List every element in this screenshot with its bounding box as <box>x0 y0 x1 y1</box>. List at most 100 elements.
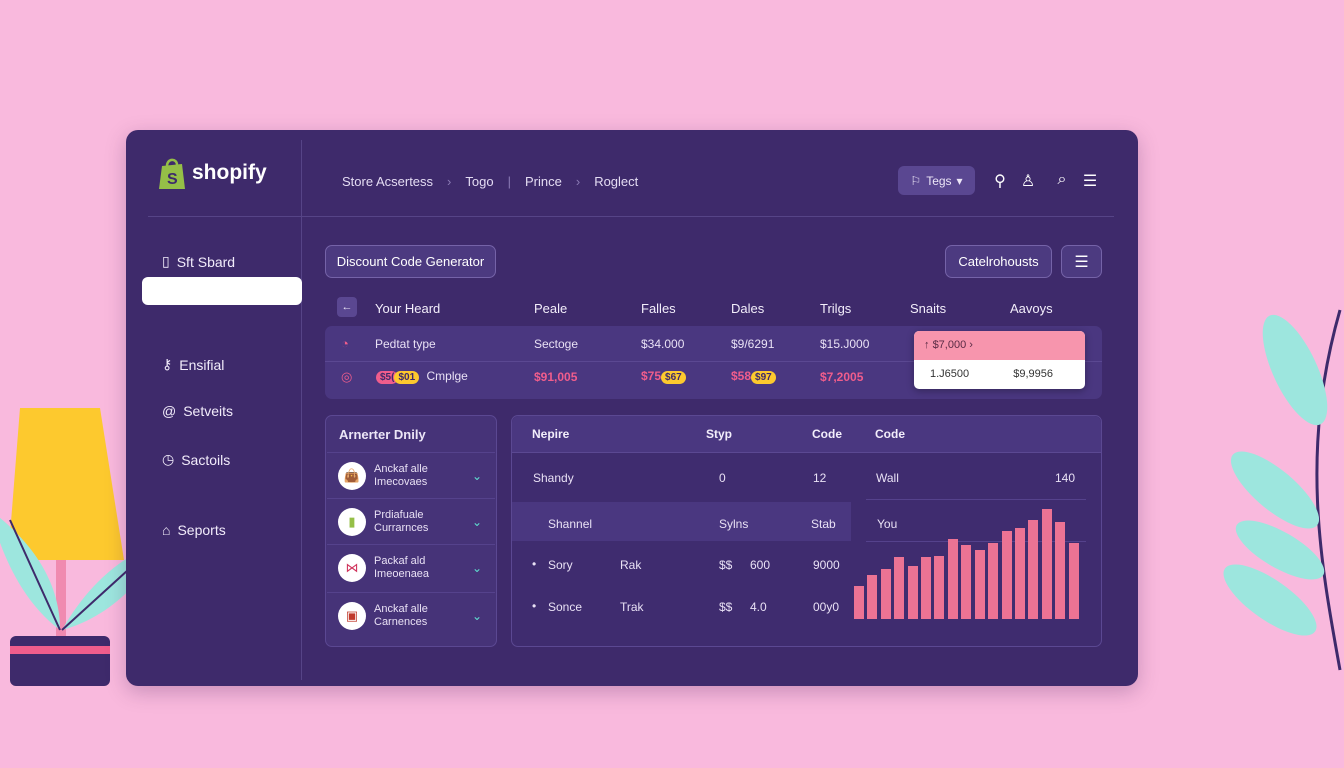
column-header[interactable]: Code <box>812 427 842 441</box>
item-line: Imeoenaea <box>374 567 430 580</box>
chevron-down-icon: ▾ <box>956 173 963 188</box>
sidebar-item-label: Sft Sbard <box>176 253 236 270</box>
chart-bar <box>1028 519 1039 619</box>
column-header[interactable]: Trilgs <box>820 301 851 316</box>
list-item[interactable]: ⋈ Packaf ald Imeoenaea ⌄ <box>327 544 495 590</box>
table-cell: 4.0 <box>750 600 767 614</box>
chevron-down-icon[interactable]: ⌄ <box>472 561 482 575</box>
chart-bar <box>974 550 985 619</box>
chart-bar <box>854 586 864 619</box>
box-icon: ▣ <box>338 601 366 630</box>
table-cell: $9/6291 <box>731 337 775 351</box>
at-icon: @ <box>162 403 177 419</box>
table-cell: Wall <box>876 471 899 485</box>
search-icon[interactable]: ⌕ <box>1052 171 1072 191</box>
column-header[interactable]: Aavoys <box>1010 301 1053 316</box>
table-cell: $15.J000 <box>820 337 870 351</box>
table-cell: Trak <box>620 600 644 614</box>
menu-icon[interactable]: ☰ <box>1080 171 1100 191</box>
item-line: Anckaf alle <box>374 602 428 615</box>
user-icon[interactable]: ♙ <box>1018 171 1038 191</box>
back-arrow-icon[interactable]: ← <box>337 297 357 317</box>
popup-header: ↑ $7,000 › <box>914 331 1085 360</box>
leaf-plant-illustration <box>1223 309 1342 671</box>
chart-bar <box>894 556 905 619</box>
list-item[interactable]: 👜 Anckaf alle Imecovaes ⌄ <box>327 452 495 498</box>
breadcrumb-item[interactable]: Prince <box>525 174 562 189</box>
bar-chart <box>854 505 1082 619</box>
table-cell: 00y0 <box>813 600 840 614</box>
column-header[interactable]: Code <box>875 427 905 441</box>
chart-bar <box>1041 509 1052 619</box>
catelrohousts-button[interactable]: Catelrohousts <box>945 245 1052 278</box>
column-header[interactable]: Dales <box>731 301 764 316</box>
chart-bar <box>1001 531 1012 619</box>
sidebar-item-label: Seports <box>177 522 226 538</box>
sidebar-item-active[interactable] <box>142 277 302 305</box>
popup-value: 1.J6500 <box>930 368 970 380</box>
bag-icon: ⌂ <box>162 522 171 538</box>
breadcrumb-item[interactable]: Store Acsertess <box>342 174 433 189</box>
discount-code-generator-button[interactable]: Discount Code Generator <box>325 245 496 278</box>
shopify-logo[interactable]: S shopify <box>158 156 267 190</box>
chart-bar <box>1055 521 1066 619</box>
value-popup[interactable]: ↑ $7,000 › 1.J6500 $9,9956 <box>914 331 1085 389</box>
svg-text:S: S <box>167 171 178 188</box>
chevron-down-icon[interactable]: ⌄ <box>472 515 482 529</box>
key-icon: ⚷ <box>162 356 173 372</box>
breadcrumb: Store Acsertess › Togo | Prince › Roglec… <box>342 174 638 189</box>
shopify-bag-icon: S <box>159 158 185 189</box>
sidebar-item-dashboard[interactable]: ▯ Sft Sbard <box>162 253 235 270</box>
table-cell: 0 <box>719 471 726 485</box>
shopify-bag-icon: ▮ <box>338 507 366 536</box>
details-header <box>512 416 1101 453</box>
breadcrumb-item[interactable]: Roglect <box>594 174 638 189</box>
bag-icon: 👜 <box>338 461 366 490</box>
ribbon-icon: ⋈ <box>338 553 366 582</box>
column-header[interactable]: Falles <box>641 301 676 316</box>
table-cell: Shandy <box>533 471 574 485</box>
list-title: Arnerter Dnily <box>339 427 426 442</box>
table-cell: $7,2005 <box>820 370 864 384</box>
bullet-icon: • <box>532 557 537 571</box>
item-line: Imecovaes <box>374 475 428 488</box>
list-item[interactable]: ▮ Prdiafuale Currarnces ⌄ <box>327 498 495 544</box>
sidebar-item-ensifial[interactable]: ⚷ Ensifial <box>162 356 224 373</box>
separator: | <box>507 174 511 189</box>
pin-icon[interactable]: ⚲ <box>990 171 1010 191</box>
chevron-down-icon[interactable]: ⌄ <box>472 609 482 623</box>
table-cell: 9000 <box>813 558 840 572</box>
column-header[interactable]: Nepire <box>532 427 569 441</box>
yellow-badge: $01 <box>394 371 420 384</box>
subheader-cell: Shannel <box>548 517 593 531</box>
chart-bar <box>880 569 891 619</box>
brand-name: shopify <box>192 161 267 184</box>
item-line: Currarnces <box>374 521 429 534</box>
subheader-cell: Stab <box>811 517 836 531</box>
column-header[interactable]: Your Heard <box>375 301 440 316</box>
menu-button[interactable]: ☰ <box>1061 245 1102 278</box>
chevron-down-icon[interactable]: ⌄ <box>472 469 482 483</box>
table-cell: Sonce <box>548 600 583 614</box>
item-line: Packaf ald <box>374 554 426 567</box>
sidebar-item-seports[interactable]: ⌂ Seports <box>162 522 226 538</box>
column-header[interactable]: Snaits <box>910 301 946 316</box>
sidebar-item-setveits[interactable]: @ Setveits <box>162 403 233 419</box>
table-cell: Sory <box>548 558 573 572</box>
chart-bar <box>934 555 945 619</box>
list-item[interactable]: ▣ Anckaf alle Carnences ⌄ <box>327 592 495 638</box>
table-cell: 600 <box>750 558 771 572</box>
clock-icon: ◷ <box>162 451 175 467</box>
table-cell: $$ <box>719 600 733 614</box>
item-line: Anckaf alle <box>374 462 428 475</box>
sidebar-item-sactoils[interactable]: ◷ Sactoils <box>162 451 230 468</box>
tags-dropdown[interactable]: ⚐ Tegs ▾ <box>898 166 975 195</box>
chart-bar <box>921 556 932 619</box>
sidebar-divider <box>301 140 302 680</box>
sidebar-item-label: Setveits <box>183 403 234 419</box>
column-header[interactable]: Styp <box>706 427 732 441</box>
breadcrumb-item[interactable]: Togo <box>465 174 493 189</box>
column-header[interactable]: Peale <box>534 301 567 316</box>
table-cell: $75 $67 <box>641 369 686 384</box>
value: $75 <box>641 369 662 383</box>
